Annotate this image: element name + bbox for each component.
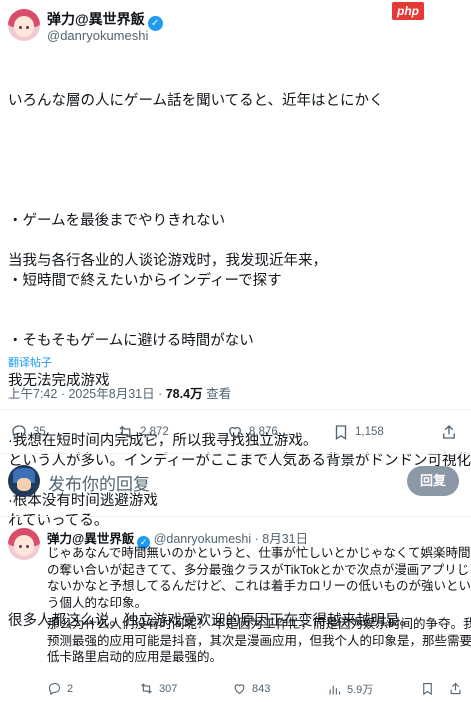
reply-composer-input[interactable]: 发布你的回复	[48, 470, 150, 495]
reply-author-handle[interactable]: @danryokumeshi	[154, 532, 251, 546]
post-text-line	[8, 151, 466, 171]
post-text-line: いろんな層の人にゲーム話を聞いてると、近年はとにかく	[8, 93, 384, 109]
views-label: 查看	[206, 387, 232, 401]
bookmark-icon	[335, 425, 347, 441]
reply-date[interactable]: · 8月31日	[255, 532, 309, 546]
author-name[interactable]: 弹力@異世界飯	[47, 11, 145, 27]
reply-reply-count: 2	[67, 682, 74, 695]
reply-submit-button[interactable]: 回复	[407, 466, 459, 496]
share-icon	[450, 682, 461, 695]
reply-text-line: う個人的な印象。	[47, 595, 148, 610]
reply-author-avatar[interactable]	[8, 528, 40, 560]
reply-like-button[interactable]: 843	[232, 681, 270, 696]
reply-action-button[interactable]: 35	[10, 423, 46, 441]
reply-author-name[interactable]: 弹力@異世界飯	[47, 532, 134, 546]
author-avatar[interactable]	[8, 9, 40, 41]
reply-views-count: 5.9万	[347, 684, 374, 696]
reply-count: 35	[33, 426, 46, 438]
reply-retweet-button[interactable]: 307	[139, 681, 177, 696]
analytics-bars-icon	[329, 685, 341, 694]
current-user-avatar[interactable]	[8, 465, 40, 497]
reply-share-button[interactable]	[448, 681, 468, 696]
retweet-icon	[141, 683, 152, 694]
reply-translated-line: 低卡路里启动的应用是最强的。	[47, 650, 223, 664]
reply-reply-button[interactable]: 2	[47, 681, 73, 696]
retweet-count: 2,872	[140, 426, 169, 438]
reply-text-line: の奪い合いが起きてて、多分最強クラスがTikTokとかで次点が漫画アプリじゃ	[47, 562, 471, 577]
like-action-button[interactable]: 8,876	[226, 423, 278, 441]
divider	[0, 516, 471, 517]
post-time[interactable]: 上午7:42	[8, 387, 57, 401]
translated-line	[8, 311, 466, 331]
verified-badge-icon: ✓	[147, 16, 163, 31]
reply-like-count: 843	[252, 682, 271, 695]
share-icon	[443, 425, 455, 439]
divider	[0, 453, 471, 454]
reply-views-button[interactable]: 5.9万	[327, 681, 373, 697]
reply-bubble-icon	[12, 425, 26, 440]
divider	[0, 409, 471, 410]
reply-text-line: ないかなと予想してるんだけど、これは着手カロリーの低いものが強いとい	[47, 579, 471, 593]
bookmark-action-button[interactable]: 1,158	[332, 423, 384, 441]
heart-icon	[234, 684, 245, 695]
reply-text-line: じゃあなんで時間無いのかというと、仕事が忙しいとかじゃなくて娯楽時間	[47, 546, 471, 560]
heart-icon	[229, 426, 241, 439]
share-action-button[interactable]	[440, 423, 463, 441]
bookmark-icon	[423, 682, 432, 696]
translated-line: 当我与各行各业的人谈论游戏时，我发现近年来，	[8, 253, 327, 269]
reply-translated-line: 那么为什么人们没有时间呢？ 不是因为工作忙，而是因为娱乐时间的争夺。我	[47, 617, 471, 631]
reply-text-translation: 那么为什么人们没有时间呢？ 不是因为工作忙，而是因为娱乐时间的争夺。我 预测最强…	[47, 616, 471, 666]
retweet-icon	[119, 425, 133, 439]
post-date[interactable]: 2025年8月31日	[68, 387, 154, 401]
bookmark-count: 1,158	[355, 426, 384, 438]
view-count: 78.4万	[165, 387, 203, 401]
reply-bubble-icon	[48, 682, 61, 696]
reply-translated-line: 预测最强的应用可能是抖音，其次是漫画应用，但我个人的印象是，那些需要	[47, 633, 471, 648]
translate-post-link[interactable]: 翻译帖子	[8, 354, 52, 370]
author-handle[interactable]: @danryokumeshi	[47, 28, 148, 43]
php-watermark: php	[392, 2, 424, 20]
reply-retweet-count: 307	[159, 682, 178, 695]
like-count: 8,876	[249, 426, 278, 438]
reply-text-japanese: じゃあなんで時間無いのかというと、仕事が忙しいとかじゃなくて娯楽時間 の奪い合い…	[47, 545, 471, 611]
reply-bookmark-button[interactable]	[420, 681, 440, 696]
post-meta: 上午7:42 · 2025年8月31日 · 78.4万 查看	[8, 387, 232, 401]
retweet-action-button[interactable]: 2,872	[117, 423, 169, 441]
